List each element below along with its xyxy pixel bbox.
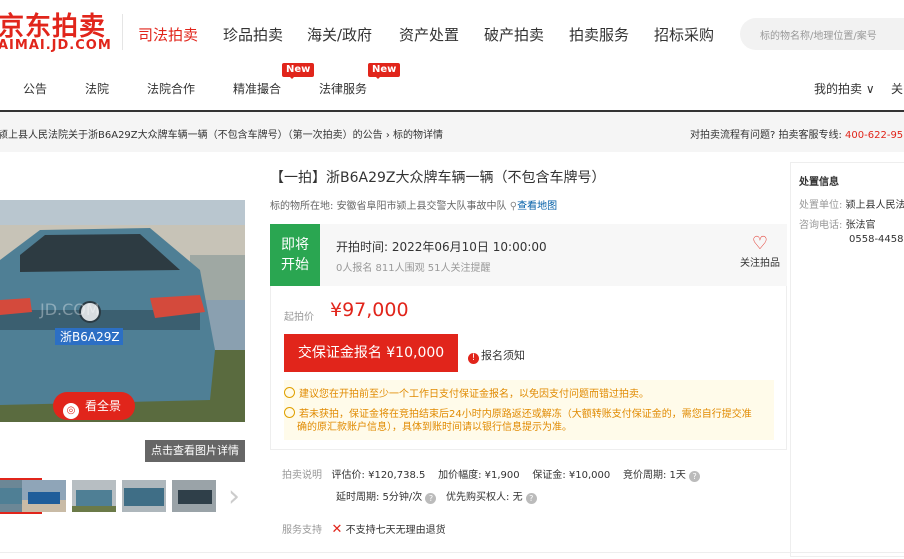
delay-period: 延时周期: 5分钟/次: [336, 492, 423, 503]
follow-label: 关注拍品: [740, 258, 780, 269]
next-thumbnails-arrow[interactable]: ›: [228, 482, 240, 512]
follow-item-button[interactable]: ♡ 关注拍品: [735, 233, 785, 270]
nav-judicial-auction[interactable]: 司法拍卖: [138, 24, 198, 45]
thumbnail[interactable]: [122, 480, 166, 512]
deposit-amount: 保证金: ¥10,000: [532, 470, 611, 481]
disposal-info-title: 处置信息: [799, 177, 839, 188]
location-pin-icon: ⚲: [509, 201, 518, 212]
disposal-unit: 处置单位: 颍上县人民法: [799, 196, 904, 211]
help-icon[interactable]: ?: [689, 471, 701, 482]
license-plate: 浙B6A29Z: [60, 330, 120, 344]
logo-divider: [122, 14, 123, 50]
main-photo[interactable]: 浙B6A29Z JD.COM: [0, 200, 245, 422]
tip-text: 若未获拍，保证金将在竞拍结束后24小时内原路返还或解冻（大额转账支付保证金的，需…: [299, 409, 752, 420]
thumbnail[interactable]: [172, 480, 216, 512]
breadcrumb[interactable]: 颍上县人民法院关于浙B6A29Z大众牌车辆一辆（不包含车牌号）（第一次拍卖）的公…: [0, 126, 443, 141]
start-price: ¥97,000: [330, 299, 409, 321]
start-time: 开拍时间: 2022年06月10日 10:00:00: [336, 240, 547, 254]
priority-buyer: 优先购买权人: 无: [446, 492, 523, 503]
notice-label: 报名须知: [481, 349, 525, 362]
bidding-cycle: 竞价周期: 1天: [622, 470, 686, 481]
auction-description: 拍卖说明 评估价: ¥120,738.5 加价幅度: ¥1,900 保证金: ¥…: [282, 466, 701, 482]
unit-value[interactable]: 颍上县人民法: [846, 200, 904, 211]
cross-icon: ✕: [331, 522, 343, 537]
help-text: 对拍卖流程有问题? 拍卖客服专线:: [690, 130, 846, 141]
divider: [0, 552, 904, 553]
panorama-label: 看全景: [85, 399, 122, 413]
nav-asset-disposal[interactable]: 资产处置: [399, 24, 459, 45]
service-support: 服务支持 ✕ 不支持七天无理由退货: [282, 521, 446, 537]
item-title: 【一拍】浙B6A29Z大众牌车辆一辆（不包含车牌号）: [270, 170, 606, 186]
bid-increment: 加价幅度: ¥1,900: [438, 470, 520, 481]
heart-plus-icon: ♡: [751, 233, 769, 254]
subnav-legal-service[interactable]: 法律服务: [319, 80, 367, 97]
auction-description-2: 延时周期: 5分钟/次 ? 优先购买权人: 无 ?: [336, 488, 537, 504]
logo-url[interactable]: AIMAI.JD.COM: [0, 38, 112, 53]
panorama-button[interactable]: ◎ 看全景: [53, 392, 135, 420]
thumbnail[interactable]: [22, 480, 66, 512]
new-badge: New: [282, 63, 315, 79]
subnav-court[interactable]: 法院: [85, 80, 109, 97]
location-label: 标的物所在地:: [270, 201, 337, 212]
new-badge: New: [368, 63, 401, 79]
service-value: 不支持七天无理由退货: [345, 525, 446, 536]
tip-text: 确的原汇款账户信息），具体到账时间请以银行信息提示为准。: [297, 422, 572, 433]
help-icon[interactable]: ?: [425, 493, 437, 504]
subnav-precise-matching[interactable]: 精准撮合: [233, 80, 281, 97]
my-auction-menu[interactable]: 我的拍卖 ∨: [814, 80, 875, 97]
registration-notice-link[interactable]: ! 报名须知: [468, 347, 525, 364]
view-photo-details-button[interactable]: 点击查看图片详情: [145, 440, 245, 462]
nav-auction-service[interactable]: 拍卖服务: [569, 24, 629, 45]
status-badge: 即将 开始: [270, 224, 320, 286]
nav-customs-government[interactable]: 海关/政府: [307, 24, 372, 45]
bulb-icon: [284, 387, 295, 398]
help-phone: 400-622-95: [845, 130, 904, 141]
contact-phone: 0558-44589: [849, 234, 904, 245]
status-panel: [270, 224, 787, 286]
item-location: 标的物所在地: 安徽省阜阳市颍上县交警大队事故中队 ⚲查看地图: [270, 197, 557, 212]
status-line: 开始: [281, 257, 309, 273]
bulb-icon: [284, 407, 295, 418]
unit-label: 处置单位:: [799, 200, 846, 211]
subnav-court-cooperation[interactable]: 法院合作: [147, 80, 195, 97]
nav-tender-procurement[interactable]: 招标采购: [654, 24, 714, 45]
tip-item: 建议您在开拍前至少一个工作日支付保证金报名，以免因支付问题而错过拍卖。: [284, 387, 649, 402]
pay-deposit-register-button[interactable]: 交保证金报名 ¥10,000: [284, 334, 458, 372]
location-value: 安徽省阜阳市颍上县交警大队事故中队: [336, 201, 507, 212]
tip-text: 建议您在开拍前至少一个工作日支付保证金报名，以免因支付问题而错过拍卖。: [299, 389, 649, 400]
auction-stats: 0人报名 811人围观 51人关注提醒: [336, 263, 491, 274]
tip-item: 若未获拍，保证金将在竞拍结束后24小时内原路返还或解冻（大额转账支付保证金的，需…: [284, 407, 752, 422]
contact-info: 咨询电话: 张法官: [799, 216, 876, 231]
status-line: 即将: [281, 237, 309, 253]
service-label: 服务支持: [282, 525, 322, 536]
desc-label: 拍卖说明: [282, 470, 322, 481]
subnav-more[interactable]: 关: [891, 80, 903, 97]
contact-label: 咨询电话:: [799, 220, 846, 231]
help-icon[interactable]: ?: [525, 493, 537, 504]
view-map-link[interactable]: 查看地图: [517, 201, 557, 212]
nav-treasure-auction[interactable]: 珍品拍卖: [223, 24, 283, 45]
help-hotline: 对拍卖流程有问题? 拍卖客服专线: 400-622-95: [690, 126, 903, 141]
watermark: JD.COM: [39, 300, 100, 319]
tips-box: 建议您在开拍前至少一个工作日支付保证金报名，以免因支付问题而错过拍卖。 若未获拍…: [284, 380, 774, 440]
contact-name: 张法官: [845, 220, 876, 231]
alert-icon: !: [468, 353, 479, 364]
nav-bankruptcy-auction[interactable]: 破产拍卖: [484, 24, 544, 45]
panorama-icon: ◎: [63, 403, 79, 419]
subnav-announcement[interactable]: 公告: [23, 80, 47, 97]
appraisal-price: 评估价: ¥120,738.5: [331, 470, 426, 481]
search-input[interactable]: 标的物名称/地理位置/案号: [760, 27, 877, 42]
start-price-label: 起拍价: [284, 312, 314, 323]
thumbnail[interactable]: [72, 480, 116, 512]
